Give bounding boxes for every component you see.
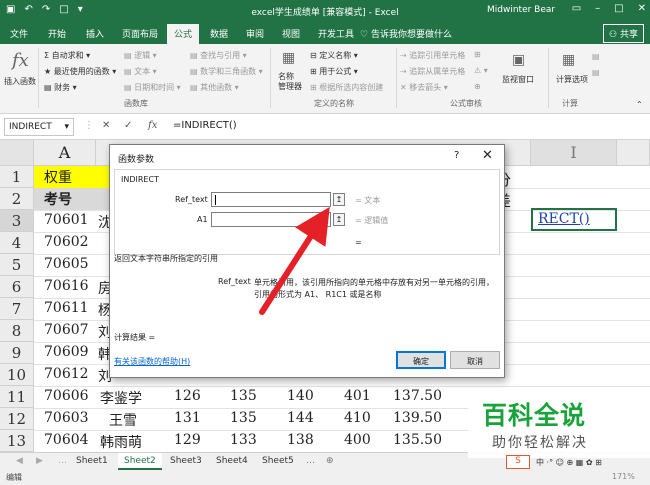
arrow-line xyxy=(259,206,330,315)
annotation-arrow xyxy=(259,206,330,315)
